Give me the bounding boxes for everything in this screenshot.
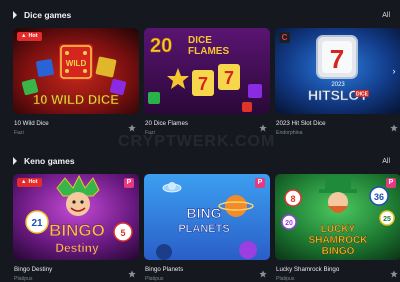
chevron-right-icon xyxy=(13,157,17,165)
provider-logo-badge: C xyxy=(279,32,290,43)
art-title-top: DICE xyxy=(188,35,212,46)
hot-badge-label: Hot xyxy=(28,179,38,185)
game-provider: Platipus xyxy=(14,276,33,282)
hot-badge: ▲ Hot xyxy=(17,178,42,187)
art-ball-number: 36 xyxy=(374,192,384,202)
bingo-planets-art: BING PLANETS xyxy=(144,174,270,260)
art-title-text: SHAMROCK xyxy=(309,235,369,246)
game-provider: Endorphina xyxy=(276,130,303,136)
provider-logo-badge: P xyxy=(255,178,265,188)
star-icon[interactable] xyxy=(390,124,398,132)
art-subtitle-text: PLANETS xyxy=(178,223,229,235)
section-header: Dice games All xyxy=(12,8,390,22)
game-card[interactable]: WILD 10 WILD DICE ▲ Hot 10 Wild Dice Faz… xyxy=(13,28,139,138)
svg-text:7: 7 xyxy=(224,68,234,88)
art-title-text: LUCKY xyxy=(321,224,356,235)
star-icon[interactable] xyxy=(128,124,136,132)
game-thumbnail[interactable]: 20 DICE FLAMES 7 7 xyxy=(144,28,270,114)
art-title-text: BING xyxy=(187,205,222,221)
art-ball-number: 21 xyxy=(31,218,43,229)
chevron-right-icon xyxy=(13,11,17,19)
game-thumbnail[interactable]: BING PLANETS P xyxy=(144,174,270,260)
star-icon[interactable] xyxy=(128,270,136,278)
lucky-shamrock-art: 8 36 25 20 LUCKY SHAMROCK BINGO xyxy=(275,174,400,260)
game-provider: Fazi xyxy=(145,130,155,136)
dice-flames-art: 20 DICE FLAMES 7 7 xyxy=(144,28,270,114)
game-thumbnail[interactable]: 7 2023 HITSLOT DICE C xyxy=(275,28,400,114)
game-card[interactable]: BING PLANETS P Bingo Planets Platipus xyxy=(144,174,270,282)
game-thumbnail[interactable]: 8 36 25 20 LUCKY SHAMROCK BINGO P xyxy=(275,174,400,260)
star-icon[interactable] xyxy=(259,270,267,278)
game-name[interactable]: Lucky Shamrock Bingo xyxy=(276,266,339,273)
hot-badge-label: Hot xyxy=(28,33,38,39)
game-provider: Fazi xyxy=(14,130,24,136)
game-provider: Platipus xyxy=(276,276,295,282)
art-ball-number: 5 xyxy=(120,228,125,238)
art-seven-text: 7 xyxy=(330,44,344,74)
game-thumbnail[interactable]: WILD 10 WILD DICE ▲ Hot xyxy=(13,28,139,114)
art-ball-number: 8 xyxy=(290,194,295,204)
art-subtitle-text: Destiny xyxy=(55,241,99,255)
game-card[interactable]: 20 DICE FLAMES 7 7 20 Dice Flames Fazi xyxy=(144,28,270,138)
art-ball-number: 20 xyxy=(285,220,293,227)
game-name[interactable]: 10 Wild Dice xyxy=(14,120,49,127)
art-dice-text: DICE xyxy=(356,92,369,98)
all-link[interactable]: All xyxy=(382,158,390,165)
game-name[interactable]: 2023 Hit Slot Dice xyxy=(276,120,326,127)
hot-badge: ▲ Hot xyxy=(17,32,42,41)
game-name[interactable]: 20 Dice Flames xyxy=(145,120,188,127)
art-number-text: 20 xyxy=(150,35,172,57)
flame-icon: ▲ xyxy=(21,179,27,185)
svg-text:7: 7 xyxy=(198,74,208,94)
art-ball-number: 25 xyxy=(383,216,391,223)
star-icon[interactable] xyxy=(390,270,398,278)
flame-icon: ▲ xyxy=(21,33,27,39)
hit-slot-art: 7 2023 HITSLOT DICE xyxy=(275,28,400,114)
art-title-text: BINGO xyxy=(322,246,355,257)
all-link[interactable]: All xyxy=(382,12,390,19)
section-title: Keno games xyxy=(24,156,75,166)
game-provider: Platipus xyxy=(145,276,164,282)
game-card[interactable]: 7 2023 HITSLOT DICE C 2023 Hit Slot Dice… xyxy=(275,28,400,138)
game-thumbnail[interactable]: 21 5 BINGO Destiny ▲ Hot P xyxy=(13,174,139,260)
game-card[interactable]: 21 5 BINGO Destiny ▲ Hot P Bingo Destiny… xyxy=(13,174,139,282)
provider-logo-badge: P xyxy=(124,178,134,188)
art-title-text: 10 WILD DICE xyxy=(33,92,119,107)
chevron-right-icon[interactable]: › xyxy=(390,66,398,76)
art-wild-text: WILD xyxy=(66,59,87,68)
art-title-bottom: FLAMES xyxy=(188,46,229,57)
game-name[interactable]: Bingo Destiny xyxy=(14,266,52,273)
star-icon[interactable] xyxy=(259,124,267,132)
game-card[interactable]: 8 36 25 20 LUCKY SHAMROCK BINGO P Lucky … xyxy=(275,174,400,282)
art-title-text: BINGO xyxy=(49,221,105,240)
section-header: Keno games All xyxy=(12,154,390,168)
game-name[interactable]: Bingo Planets xyxy=(145,266,183,273)
section-title: Dice games xyxy=(24,10,72,20)
provider-logo-badge: P xyxy=(386,178,396,188)
